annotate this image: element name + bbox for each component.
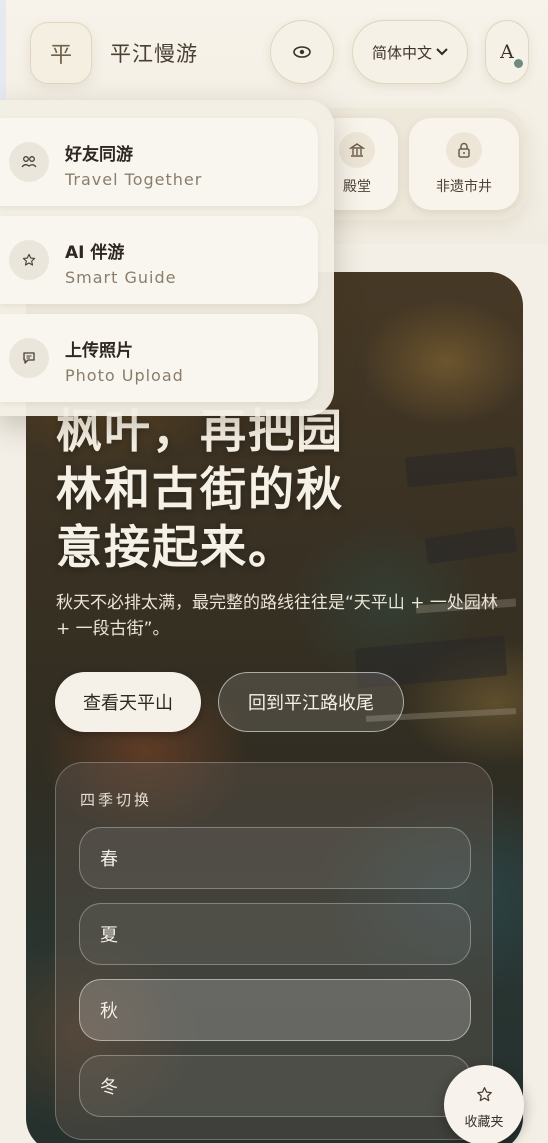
menu-item-title: 好友同游: [65, 145, 133, 165]
feature-menu: 好友同游 Travel Together AI 伴游 Smart Guide 上…: [0, 100, 334, 416]
logo-badge[interactable]: 平: [30, 22, 92, 84]
headline-line: 意接起来。: [56, 520, 296, 574]
avatar[interactable]: A: [485, 20, 529, 84]
season-autumn[interactable]: 秋: [79, 979, 471, 1041]
menu-item-title: AI 伴游: [65, 243, 125, 263]
chevron-down-icon: [436, 48, 448, 56]
menu-item-subtitle: Travel Together: [65, 170, 203, 189]
star-icon: [476, 1087, 492, 1102]
entry-label: 非遗市井: [436, 179, 492, 195]
temple-icon: [339, 132, 375, 168]
menu-item-subtitle: Smart Guide: [65, 268, 177, 287]
brand-name: 平江慢游: [110, 42, 198, 66]
menu-item-travel-together[interactable]: 好友同游 Travel Together: [0, 118, 318, 206]
entry-label: 殿堂: [343, 179, 371, 195]
menu-item-photo-upload[interactable]: 上传照片 Photo Upload: [0, 314, 318, 402]
season-spring[interactable]: 春: [79, 827, 471, 889]
season-switcher: 四季切换 春 夏 秋 冬: [55, 762, 493, 1140]
favorites-label: 收藏夹: [464, 1115, 504, 1130]
lock-icon: [446, 132, 482, 168]
view-toggle-button[interactable]: [270, 20, 334, 84]
hero-subtitle: 秋天不必排太满，最完整的路线往往是“天平山 + 一处园林 + 一段古街”。: [56, 593, 498, 639]
chat-icon: [9, 338, 49, 378]
season-summer[interactable]: 夏: [79, 903, 471, 965]
avatar-letter: A: [500, 41, 514, 63]
eye-icon: [293, 46, 311, 58]
season-winter[interactable]: 冬: [79, 1055, 471, 1117]
menu-item-title: 上传照片: [65, 341, 133, 361]
headline-line: 林和古街的秋: [56, 462, 344, 516]
friends-icon: [9, 142, 49, 182]
entry-card-market[interactable]: 非遗市井: [409, 118, 519, 210]
language-selector[interactable]: 简体中文: [352, 20, 468, 84]
sparkle-icon: [9, 240, 49, 280]
favorites-button[interactable]: 收藏夹: [444, 1065, 524, 1143]
online-status-dot: [514, 59, 523, 68]
menu-item-subtitle: Photo Upload: [65, 366, 184, 385]
season-switcher-title: 四季切换: [80, 791, 153, 809]
view-tianping-button[interactable]: 查看天平山: [55, 672, 201, 732]
language-label: 简体中文: [371, 43, 432, 62]
back-to-pingjiang-button[interactable]: 回到平江路收尾: [218, 672, 404, 732]
menu-item-ai-guide[interactable]: AI 伴游 Smart Guide: [0, 216, 318, 304]
